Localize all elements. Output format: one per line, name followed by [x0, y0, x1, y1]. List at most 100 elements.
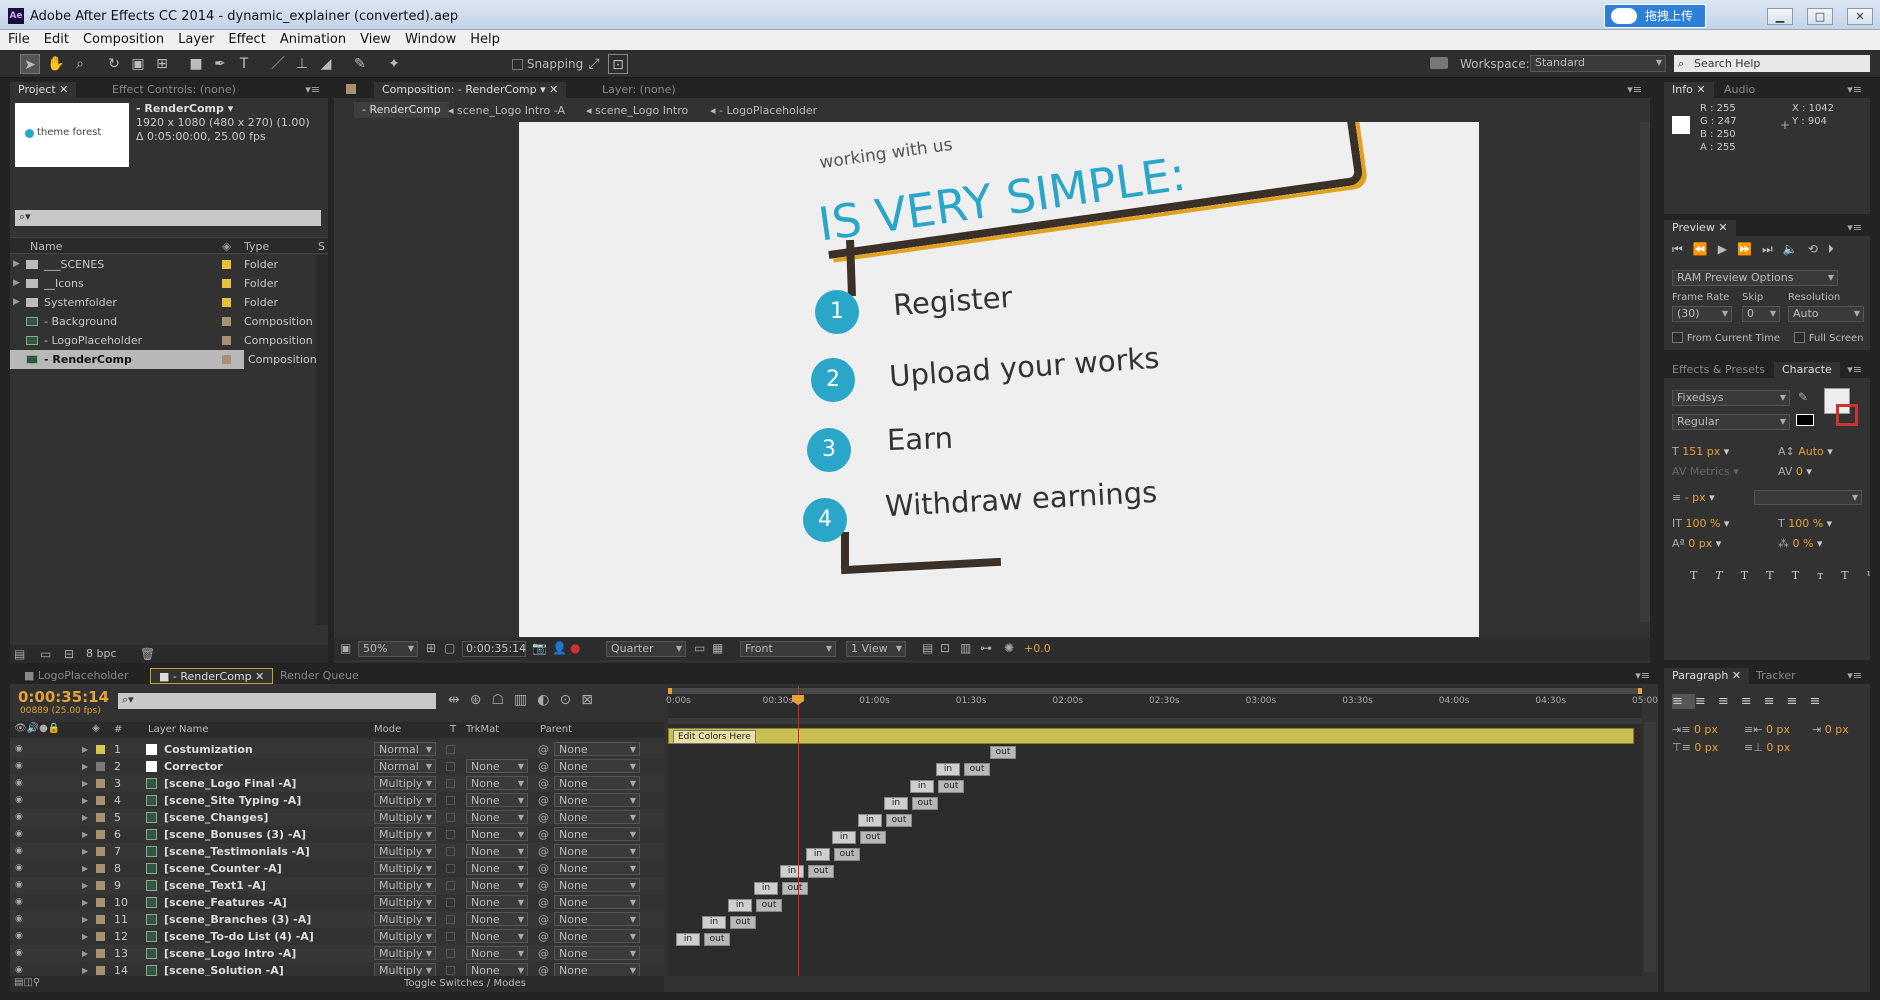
blend-mode-select[interactable]: Multiply: [374, 963, 436, 976]
out-marker[interactable]: out: [860, 831, 886, 844]
layer-name[interactable]: [scene_Testimonials -A]: [164, 843, 310, 860]
parent-select[interactable]: None: [554, 946, 640, 961]
skip-select[interactable]: 0: [1742, 306, 1780, 322]
trkmat-select[interactable]: None: [466, 878, 528, 893]
stroke-width-row[interactable]: ≡ - px ▾: [1672, 490, 1715, 506]
tab-logoplaceholder[interactable]: ■ LogoPlaceholder: [16, 668, 137, 684]
tab-layer[interactable]: Layer: (none): [594, 82, 684, 98]
superscript-button[interactable]: T¹: [1841, 569, 1880, 582]
in-marker[interactable]: in: [910, 780, 934, 793]
preserve-transparency-toggle[interactable]: [446, 830, 455, 839]
tab-project[interactable]: Project ✕: [10, 82, 77, 98]
layer-row[interactable]: ◉ ▶ 4 [scene_Site Typing -A] Multiply None @ No…: [10, 792, 664, 809]
last-frame-icon[interactable]: ⏭: [1762, 242, 1783, 256]
pickwhip-icon[interactable]: @: [538, 928, 549, 945]
magnification-select[interactable]: 50%: [358, 641, 418, 657]
parent-select[interactable]: None: [554, 929, 640, 944]
timeline-current-time[interactable]: 0:00:35:14: [18, 688, 109, 706]
preserve-transparency-toggle[interactable]: [446, 898, 455, 907]
faux-bold-button[interactable]: T: [1690, 569, 1715, 582]
graph-editor-icon[interactable]: ⊙: [559, 692, 581, 708]
tracking-row[interactable]: AV 0 ▾: [1778, 464, 1812, 480]
align-center-icon[interactable]: ≡: [1695, 694, 1718, 709]
parent-select[interactable]: None: [554, 759, 640, 774]
layer-label-swatch[interactable]: [96, 898, 105, 907]
leading-row[interactable]: A↕ Auto ▾: [1778, 444, 1833, 460]
selection-tool-icon[interactable]: ➤: [20, 54, 40, 74]
column-number[interactable]: #: [114, 724, 122, 735]
first-frame-icon[interactable]: ⏮: [1672, 242, 1693, 256]
preserve-transparency-toggle[interactable]: [446, 847, 455, 856]
pickwhip-icon[interactable]: @: [538, 809, 549, 826]
project-item[interactable]: ▶ ___SCENES Folder: [10, 255, 316, 274]
twirl-arrow-icon[interactable]: ▶: [82, 911, 88, 928]
eye-icon[interactable]: ◉: [15, 898, 24, 907]
parent-select[interactable]: None: [554, 827, 640, 842]
panel-menu-icon[interactable]: ▾≡: [1847, 83, 1862, 96]
eye-icon[interactable]: ◉: [15, 830, 24, 839]
label-swatch[interactable]: [222, 260, 231, 269]
preserve-transparency-toggle[interactable]: [446, 864, 455, 873]
layer-name[interactable]: Corrector: [164, 758, 223, 775]
layer-label-swatch[interactable]: [96, 847, 105, 856]
composition-viewer[interactable]: working with us IS VERY SIMPLE: 1 Regist…: [519, 122, 1479, 637]
from-current-checkbox[interactable]: [1672, 332, 1683, 343]
in-marker[interactable]: in: [702, 916, 726, 929]
layer-name[interactable]: [scene_Features -A]: [164, 894, 287, 911]
draft-3d-icon[interactable]: ⊛: [470, 692, 492, 708]
show-snapshot-icon[interactable]: 👤: [552, 641, 567, 655]
eye-icon[interactable]: ◉: [15, 813, 24, 822]
layer-row[interactable]: ◉ ▶ 9 [scene_Text1 -A] Multiply None @ None: [10, 877, 664, 894]
eye-icon[interactable]: ◉: [15, 932, 24, 941]
column-track-matte-toggle[interactable]: T: [450, 724, 456, 735]
trkmat-select[interactable]: None: [466, 895, 528, 910]
eyedropper-icon[interactable]: ✎: [1798, 390, 1808, 404]
label-swatch[interactable]: [222, 298, 231, 307]
out-marker[interactable]: out: [938, 780, 964, 793]
eye-icon[interactable]: ◉: [15, 745, 24, 754]
type-tool-icon[interactable]: T: [234, 54, 254, 74]
frame-rate-select[interactable]: (30): [1672, 306, 1732, 322]
blend-mode-select[interactable]: Multiply: [374, 895, 436, 910]
layer-label-swatch[interactable]: [96, 915, 105, 924]
trkmat-select[interactable]: None: [466, 776, 528, 791]
resolution-select[interactable]: Quarter: [606, 641, 686, 657]
trkmat-select[interactable]: None: [466, 827, 528, 842]
menu-view[interactable]: View: [352, 30, 397, 47]
blend-mode-select[interactable]: Normal: [374, 742, 436, 757]
tab-render-queue[interactable]: Render Queue: [272, 668, 367, 684]
expand-arrow-icon[interactable]: ▶: [13, 293, 20, 312]
column-layer-name[interactable]: Layer Name: [148, 724, 209, 735]
trkmat-select[interactable]: None: [466, 861, 528, 876]
expand-arrow-icon[interactable]: ▶: [13, 274, 20, 293]
new-folder-icon[interactable]: ▭: [40, 647, 51, 661]
align-left-icon[interactable]: ≡: [1672, 694, 1695, 709]
fast-previews-icon[interactable]: ⊡: [940, 641, 950, 655]
transparency-grid-icon[interactable]: ▦: [712, 641, 723, 655]
out-marker[interactable]: out: [834, 848, 860, 861]
pickwhip-icon[interactable]: @: [538, 877, 549, 894]
ram-preview-icon[interactable]: ⏵: [1828, 242, 1844, 256]
parent-select[interactable]: None: [554, 878, 640, 893]
project-search-input[interactable]: ⌕▾: [15, 210, 321, 226]
parent-select[interactable]: None: [554, 895, 640, 910]
column-name[interactable]: Name: [30, 240, 62, 253]
eye-icon[interactable]: ◉: [15, 864, 24, 873]
motion-blur-icon[interactable]: ◐: [537, 692, 559, 708]
roto-brush-tool-icon[interactable]: ✎: [350, 54, 370, 74]
vertical-scale-row[interactable]: IT 100 % ▾: [1672, 516, 1729, 532]
view-layout-select[interactable]: 1 View: [846, 641, 906, 657]
label-swatch[interactable]: [222, 355, 231, 364]
pickwhip-icon[interactable]: @: [538, 843, 549, 860]
parent-select[interactable]: None: [554, 810, 640, 825]
tab-tracker[interactable]: Tracker: [1748, 668, 1804, 684]
trkmat-select[interactable]: None: [466, 912, 528, 927]
timeline-icon[interactable]: ▥: [960, 641, 971, 655]
next-frame-icon[interactable]: ⏩: [1737, 242, 1762, 256]
panel-menu-icon[interactable]: ▾≡: [305, 83, 320, 96]
column-mode[interactable]: Mode: [374, 724, 401, 735]
rotate-tool-icon[interactable]: ↻: [104, 54, 124, 74]
blend-mode-select[interactable]: Multiply: [374, 878, 436, 893]
justify-all-icon[interactable]: ≡: [1809, 694, 1832, 709]
flowchart-icon[interactable]: ⊶: [980, 641, 992, 655]
